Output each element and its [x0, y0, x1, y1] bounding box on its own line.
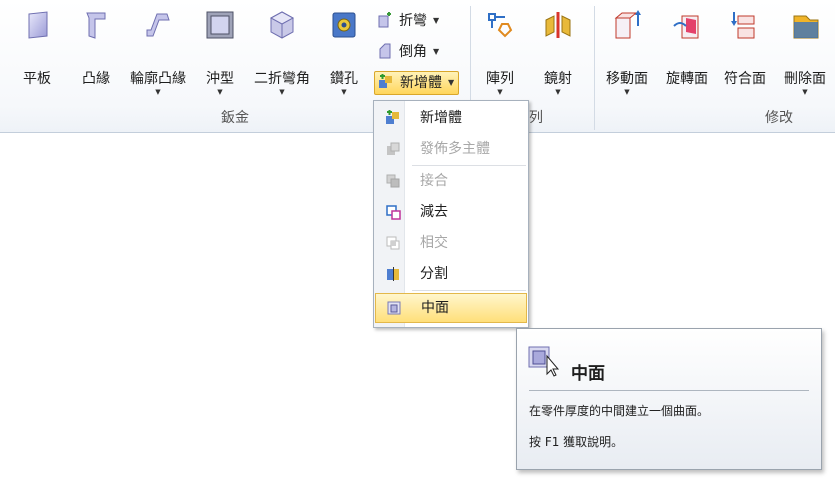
tooltip-help-text: 按 F1 獲取說明。	[529, 435, 624, 449]
menu-item-subtract[interactable]: 減去	[375, 198, 527, 226]
pattern-label: 陣列	[486, 71, 514, 87]
move-face-label: 移動面	[606, 71, 648, 87]
flat-label: 平板	[23, 71, 51, 87]
move-face-icon	[614, 10, 641, 39]
delete-face-icon	[793, 15, 819, 39]
new-body-button[interactable]: 新增體 ▼	[374, 71, 460, 95]
match-face-icon	[731, 12, 755, 39]
group-label-sheet-metal: 鈑金	[221, 110, 249, 126]
menu-item-join: 接合	[375, 167, 527, 195]
mirror-button[interactable]: 鏡射 ▼	[536, 0, 580, 100]
match-face-label: 符合面	[724, 71, 766, 87]
chevron-down-icon: ▼	[433, 16, 440, 25]
join-icon	[386, 174, 400, 188]
bend-label: 折彎	[399, 13, 427, 29]
menu-item-new-body[interactable]: 新增體	[375, 104, 527, 132]
hole-button[interactable]: 鑽孔 ▼	[324, 0, 364, 100]
midsurface-icon	[387, 301, 401, 315]
chevron-down-icon: ▼	[155, 88, 161, 96]
menu-item-label: 接合	[420, 173, 448, 189]
jog-icon	[269, 11, 295, 39]
chevron-down-icon: ▼	[433, 47, 440, 56]
chamfer-icon	[379, 43, 391, 59]
jog-label: 二折彎角	[254, 71, 310, 87]
dimple-icon	[206, 11, 234, 39]
chevron-down-icon: ▼	[802, 88, 808, 96]
new-body-icon	[379, 74, 392, 88]
menu-item-intersect: 相交	[375, 229, 527, 257]
dimple-button[interactable]: 沖型 ▼	[200, 0, 240, 100]
flat-button[interactable]: 平板	[14, 0, 60, 100]
rotate-face-button[interactable]: 旋轉面	[662, 0, 712, 100]
flat-plate-icon	[28, 11, 48, 39]
menu-separator	[412, 290, 526, 291]
chevron-down-icon: ▼	[217, 88, 223, 96]
flange-icon	[86, 12, 106, 39]
chevron-down-icon: ▼	[497, 88, 503, 96]
tooltip-divider	[529, 390, 809, 391]
jog-button[interactable]: 二折彎角 ▼	[250, 0, 314, 100]
flange-label: 凸緣	[82, 71, 110, 87]
publish-multibody-icon	[387, 142, 400, 155]
chevron-down-icon: ▼	[279, 88, 285, 96]
chevron-down-icon: ▼	[448, 78, 455, 87]
midsurface-tooltip: 中面 在零件厚度的中間建立一個曲面。 按 F1 獲取說明。	[516, 328, 822, 470]
pattern-button[interactable]: 陣列 ▼	[478, 0, 522, 100]
group-label-modify: 修改	[765, 110, 793, 126]
dimple-label: 沖型	[206, 71, 234, 87]
menu-item-label: 分割	[420, 266, 448, 282]
group-label-pattern: 列	[529, 110, 543, 126]
rotate-face-icon	[673, 15, 699, 39]
midsurface-icon	[528, 346, 560, 377]
tooltip-description: 在零件厚度的中間建立一個曲面。	[529, 404, 710, 418]
chevron-down-icon: ▼	[341, 88, 347, 96]
menu-item-label: 發佈多主體	[420, 141, 490, 157]
delete-face-button[interactable]: 刪除面 ▼	[780, 0, 830, 100]
hole-label: 鑽孔	[330, 71, 358, 87]
bend-button[interactable]: 折彎 ▼	[377, 10, 439, 32]
tooltip-title: 中面	[571, 364, 605, 384]
match-face-button[interactable]: 符合面	[720, 0, 770, 100]
move-face-button[interactable]: 移動面 ▼	[602, 0, 652, 100]
menu-item-label: 新增體	[420, 110, 462, 126]
new-body-icon	[386, 110, 399, 124]
bend-icon	[378, 12, 391, 28]
menu-item-label: 相交	[420, 235, 448, 251]
menu-item-midsurface[interactable]: 中面	[375, 293, 527, 323]
contour-flange-button[interactable]: 輪廓凸緣 ▼	[126, 0, 190, 100]
menu-item-label: 中面	[421, 300, 449, 316]
menu-item-split[interactable]: 分割	[375, 260, 527, 288]
hole-icon	[332, 12, 356, 38]
menu-item-label: 減去	[420, 204, 448, 220]
contour-flange-icon	[146, 13, 170, 37]
menu-item-publish-multibody: 發佈多主體	[375, 135, 527, 163]
rotate-face-label: 旋轉面	[666, 71, 708, 87]
split-icon	[387, 267, 399, 281]
chamfer-label: 倒角	[399, 44, 427, 60]
subtract-icon	[386, 205, 401, 220]
new-body-label: 新增體	[400, 75, 442, 91]
chamfer-button[interactable]: 倒角 ▼	[377, 41, 439, 63]
pattern-icon	[488, 13, 513, 38]
contour-flange-label: 輪廓凸緣	[130, 71, 186, 87]
intersect-icon	[386, 236, 400, 250]
delete-face-label: 刪除面	[784, 71, 826, 87]
new-body-dropdown-menu: 新增體 發佈多主體 接合 減去 相交 分割 中面	[373, 100, 529, 328]
mirror-label: 鏡射	[544, 71, 572, 87]
chevron-down-icon: ▼	[555, 88, 561, 96]
mirror-icon	[545, 12, 571, 38]
flange-button[interactable]: 凸緣	[74, 0, 118, 100]
menu-separator	[412, 165, 526, 166]
chevron-down-icon: ▼	[624, 88, 630, 96]
group-divider	[594, 6, 595, 130]
